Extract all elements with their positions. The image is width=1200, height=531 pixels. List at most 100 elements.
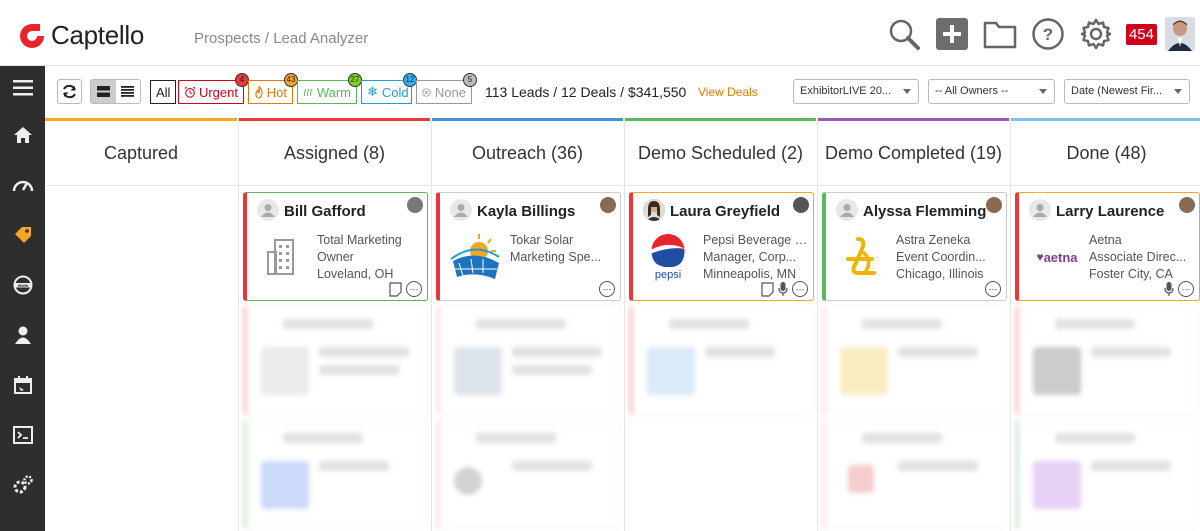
lead-name[interactable]: Alyssa Flemming — [863, 203, 986, 220]
contact-avatar-icon — [836, 199, 858, 221]
web-icon[interactable]: www — [0, 260, 45, 310]
lead-card[interactable]: Bill Gafford Total Marketing Owner Lovel… — [243, 192, 428, 301]
chevron-down-icon — [903, 89, 911, 94]
card-view-button[interactable] — [91, 80, 116, 103]
user-avatar[interactable] — [1165, 17, 1195, 51]
filter-urgent-count: 4 — [235, 73, 249, 87]
more-options-icon[interactable]: ··· — [1178, 281, 1194, 297]
none-icon — [422, 87, 431, 97]
owner-avatar[interactable] — [1179, 197, 1195, 213]
list-view-button[interactable] — [116, 80, 141, 103]
astrazeneca-logo — [834, 233, 888, 281]
chevron-down-icon — [1174, 89, 1182, 94]
sidebar: www — [0, 66, 45, 531]
filter-warm[interactable]: Warm 27 — [297, 73, 362, 104]
user-icon[interactable] — [0, 310, 45, 360]
more-options-icon[interactable]: ··· — [792, 281, 808, 297]
more-options-icon[interactable]: ··· — [985, 281, 1001, 297]
lead-card[interactable]: Larry Laurence ♥ aetna Aetna Associate D… — [1015, 192, 1200, 301]
lead-company: Total Marketing — [317, 233, 402, 247]
owner-avatar[interactable] — [407, 197, 423, 213]
blurred-card — [243, 420, 428, 529]
filter-cold-label: Cold — [381, 84, 409, 100]
snowflake-icon: ❄ — [367, 84, 378, 99]
more-options-icon[interactable]: ··· — [406, 281, 422, 297]
owner-avatar[interactable] — [793, 197, 809, 213]
building-icon — [255, 233, 309, 281]
gear-icon[interactable] — [1076, 14, 1116, 54]
home-icon[interactable] — [0, 110, 45, 160]
filter-urgent[interactable]: Urgent 4 — [178, 73, 249, 104]
column-header: Assigned (8) — [239, 118, 430, 186]
folder-icon[interactable] — [980, 14, 1020, 54]
tag-icon[interactable] — [0, 210, 45, 260]
filter-cold[interactable]: ❄ Cold 12 — [361, 73, 417, 104]
console-icon[interactable] — [0, 410, 45, 460]
lead-company: Aetna — [1089, 233, 1122, 247]
column-header: Done (48) — [1011, 118, 1200, 186]
refresh-button[interactable] — [57, 79, 82, 104]
owner-avatar[interactable] — [600, 197, 616, 213]
more-options-icon[interactable]: ··· — [599, 281, 615, 297]
warm-icon — [303, 88, 313, 96]
column-title: Captured — [103, 142, 179, 163]
calendar-icon[interactable] — [0, 360, 45, 410]
blurred-card — [436, 420, 621, 529]
note-icon[interactable] — [761, 281, 774, 297]
lead-name[interactable]: Laura Greyfield — [670, 203, 780, 220]
microphone-icon[interactable] — [778, 281, 788, 297]
breadcrumb: Prospects / Lead Analyzer — [194, 30, 369, 47]
lead-location: Chicago, Illinois — [896, 267, 984, 281]
lead-card[interactable]: Alyssa Flemming Astra Zeneka Event Coord… — [822, 192, 1007, 301]
filter-none[interactable]: None 5 — [416, 73, 477, 104]
filter-hot-label: Hot — [266, 84, 287, 100]
lead-location: Foster City, CA — [1089, 267, 1173, 281]
blurred-card — [822, 306, 1007, 415]
heart-icon: ♥ — [1036, 250, 1044, 264]
owner-avatar[interactable] — [986, 197, 1002, 213]
filter-all[interactable]: All — [150, 80, 177, 104]
lead-card[interactable]: Kayla Billings Tokar Solar Marketing Spe… — [436, 192, 621, 301]
lead-name[interactable]: Kayla Billings — [477, 203, 575, 220]
filter-hot[interactable]: Hot 43 — [248, 73, 298, 104]
column-assigned: Assigned (8) Bill Gafford Total Marketin… — [238, 118, 430, 531]
filter-warm-count: 27 — [348, 73, 362, 87]
lead-stats: 113 Leads / 12 Deals / $341,550 — [485, 84, 687, 100]
search-icon[interactable] — [884, 14, 924, 54]
lead-card[interactable]: Laura Greyfield pepsi Pepsi Beverage Co.… — [629, 192, 814, 301]
menu-icon[interactable] — [0, 66, 45, 110]
blurred-card — [436, 306, 621, 415]
lead-title: Event Coordin... — [896, 250, 986, 264]
note-icon[interactable] — [389, 281, 402, 297]
owner-select[interactable]: -- All Owners -- — [928, 79, 1055, 104]
column-title: Outreach (36) — [471, 142, 584, 163]
lead-name[interactable]: Bill Gafford — [284, 203, 366, 220]
filter-cold-count: 12 — [403, 73, 417, 87]
event-select[interactable]: ExhibitorLIVE 20... — [793, 79, 919, 104]
sort-select[interactable]: Date (Newest Fir... — [1064, 79, 1190, 104]
notification-badge[interactable]: 454 — [1125, 23, 1157, 45]
blurred-card — [1015, 420, 1200, 529]
lead-title: Associate Direc... — [1089, 250, 1187, 264]
filter-none-count: 5 — [463, 73, 477, 87]
column-header: Demo Scheduled (2) — [625, 118, 816, 186]
settings-icon[interactable] — [0, 460, 45, 510]
microphone-icon[interactable] — [1164, 281, 1174, 297]
captello-logo[interactable]: Captello — [18, 20, 144, 51]
aetna-logo-text: aetna — [1043, 249, 1078, 265]
contact-avatar-icon — [1029, 199, 1051, 221]
column-demo-completed: Demo Completed (19) Alyssa Flemming Astr… — [817, 118, 1009, 531]
pepsi-logo: pepsi — [641, 233, 695, 281]
lead-company: Astra Zeneka — [896, 233, 971, 247]
view-deals-link[interactable]: View Deals — [698, 85, 758, 99]
lead-name[interactable]: Larry Laurence — [1056, 203, 1164, 220]
add-icon[interactable] — [932, 14, 972, 54]
logo-text: Captello — [51, 20, 144, 50]
filter-warm-label: Warm — [316, 84, 351, 100]
help-icon[interactable]: ? — [1028, 14, 1068, 54]
lead-company: Pepsi Beverage Co. — [703, 233, 813, 247]
column-done: Done (48) Larry Laurence ♥ aetna Aetna A… — [1010, 118, 1200, 531]
column-title: Assigned (8) — [283, 142, 386, 163]
filter-none-label: None — [434, 84, 466, 100]
dashboard-icon[interactable] — [0, 160, 45, 210]
